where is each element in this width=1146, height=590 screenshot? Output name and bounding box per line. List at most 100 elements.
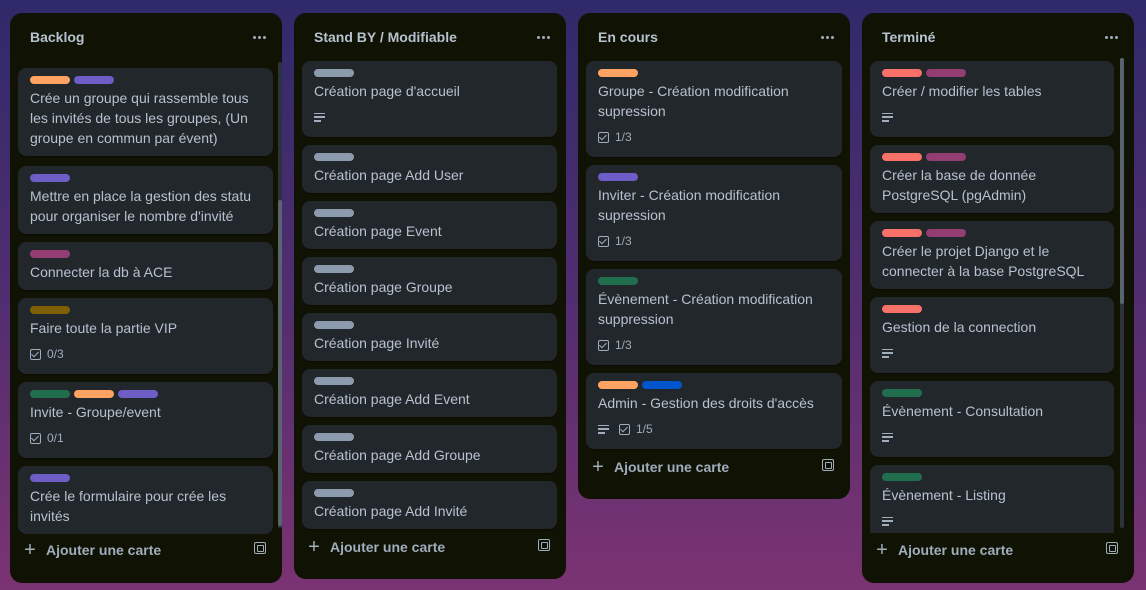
label-green[interactable] [598,277,638,285]
card[interactable]: Crée un groupe qui rassemble tous les in… [18,68,273,156]
card[interactable]: Création page Add User [302,145,557,193]
card[interactable]: Invite - Groupe/event 0/1 [18,382,273,458]
add-card-button[interactable]: + Ajouter une carte [590,453,802,481]
label-orange[interactable] [74,390,114,398]
card-title: Crée le formulaire pour crée les invités [30,488,227,524]
label-green[interactable] [882,473,922,481]
scrollbar[interactable] [1120,58,1124,528]
scrollbar[interactable] [278,62,282,528]
scrollbar-thumb[interactable] [278,200,282,526]
checklist-count: 1/5 [636,422,653,436]
checklist-count: 1/3 [615,130,632,144]
card-badges: 0/3 [30,346,64,362]
label-blue[interactable] [642,381,682,389]
ellipsis-icon[interactable] [530,24,556,50]
card[interactable]: Créer / modifier les tables [870,61,1114,137]
card[interactable]: Création page Add Groupe [302,425,557,473]
card-badges: 1/5 [598,421,653,437]
label-red[interactable] [882,153,922,161]
description-badge [882,348,893,358]
card-title: Création page d'accueil [314,83,460,99]
label-purple[interactable] [30,174,70,182]
plus-icon: + [876,539,888,561]
checklist-badge: 1/3 [598,234,632,248]
label-orange[interactable] [598,381,638,389]
card-title: Faire toute la partie VIP [30,320,178,336]
label-purple[interactable] [74,76,114,84]
card[interactable]: Groupe - Création modification supressio… [586,61,842,157]
card-title: Évènement - Création modification suppre… [598,291,813,327]
card-title: Création page Event [314,223,442,239]
label-gray[interactable] [314,433,354,441]
card-badges: 0/1 [30,430,64,446]
label-magenta[interactable] [926,229,966,237]
card-title: Création page Groupe [314,279,453,295]
card[interactable]: Crée le formulaire pour crée les invités [18,466,273,534]
label-red[interactable] [882,305,922,313]
label-orange[interactable] [30,76,70,84]
label-red[interactable] [882,229,922,237]
add-card-button[interactable]: + Ajouter une carte [874,536,1086,564]
card[interactable]: Création page Groupe [302,257,557,305]
label-green[interactable] [30,390,70,398]
template-icon[interactable] [254,542,266,554]
card-title: Créer / modifier les tables [882,83,1042,99]
card[interactable]: Connecter la db à ACE [18,242,273,290]
card[interactable]: Création page d'accueil [302,61,557,137]
list-en-cours: En cours Groupe - Création modification s… [578,13,850,499]
add-card-button[interactable]: + Ajouter une carte [22,536,234,564]
label-magenta[interactable] [30,250,70,258]
label-orange[interactable] [598,69,638,77]
label-gray[interactable] [314,209,354,217]
label-magenta[interactable] [926,153,966,161]
card[interactable]: Faire toute la partie VIP 0/3 [18,298,273,374]
label-gray[interactable] [314,265,354,273]
label-purple[interactable] [598,173,638,181]
card[interactable]: Gestion de la connection [870,297,1114,373]
label-gray[interactable] [314,153,354,161]
label-gray[interactable] [314,489,354,497]
label-magenta[interactable] [926,69,966,77]
template-icon[interactable] [1106,542,1118,554]
list-footer: + Ajouter une carte [10,528,282,568]
card-badges [882,109,893,125]
description-badge [314,112,325,122]
label-gray[interactable] [314,377,354,385]
label-purple[interactable] [118,390,158,398]
label-green[interactable] [882,389,922,397]
list-title[interactable]: Terminé [882,29,935,45]
card[interactable]: Admin - Gestion des droits d'accès 1/5 [586,373,842,449]
add-card-button[interactable]: + Ajouter une carte [306,533,518,561]
description-icon [882,516,893,526]
list-title[interactable]: Stand BY / Modifiable [314,29,457,45]
label-gray[interactable] [314,69,354,77]
ellipsis-icon[interactable] [246,24,272,50]
scrollbar-thumb[interactable] [1120,58,1124,304]
list-footer: + Ajouter une carte [294,525,566,565]
card[interactable]: Création page Event [302,201,557,249]
label-red[interactable] [882,69,922,77]
card[interactable]: Inviter - Création modification supressi… [586,165,842,261]
card[interactable]: Créer la base de donnée PostgreSQL (pgAd… [870,145,1114,213]
card[interactable]: Créer le projet Django et le connecter à… [870,221,1114,289]
label-olive[interactable] [30,306,70,314]
card[interactable]: Création page Add Event [302,369,557,417]
ellipsis-icon[interactable] [814,24,840,50]
list-title[interactable]: En cours [598,29,658,45]
list-title[interactable]: Backlog [30,29,84,45]
card[interactable]: Création page Add Invité [302,481,557,529]
card[interactable]: Évènement - Listing [870,465,1114,533]
card[interactable]: Évènement - Création modification suppre… [586,269,842,365]
card[interactable]: Mettre en place la gestion des statu pou… [18,166,273,234]
checklist-icon [598,131,609,143]
label-gray[interactable] [314,321,354,329]
card[interactable]: Évènement - Consultation [870,381,1114,457]
card[interactable]: Création page Invité [302,313,557,361]
template-icon[interactable] [822,459,834,471]
card-badges: 1/3 [598,129,632,145]
template-icon[interactable] [538,539,550,551]
label-purple[interactable] [30,474,70,482]
card-list: Crée un groupe qui rassemble tous les in… [18,68,273,534]
ellipsis-icon[interactable] [1098,24,1124,50]
add-card-label: Ajouter une carte [898,542,1014,558]
